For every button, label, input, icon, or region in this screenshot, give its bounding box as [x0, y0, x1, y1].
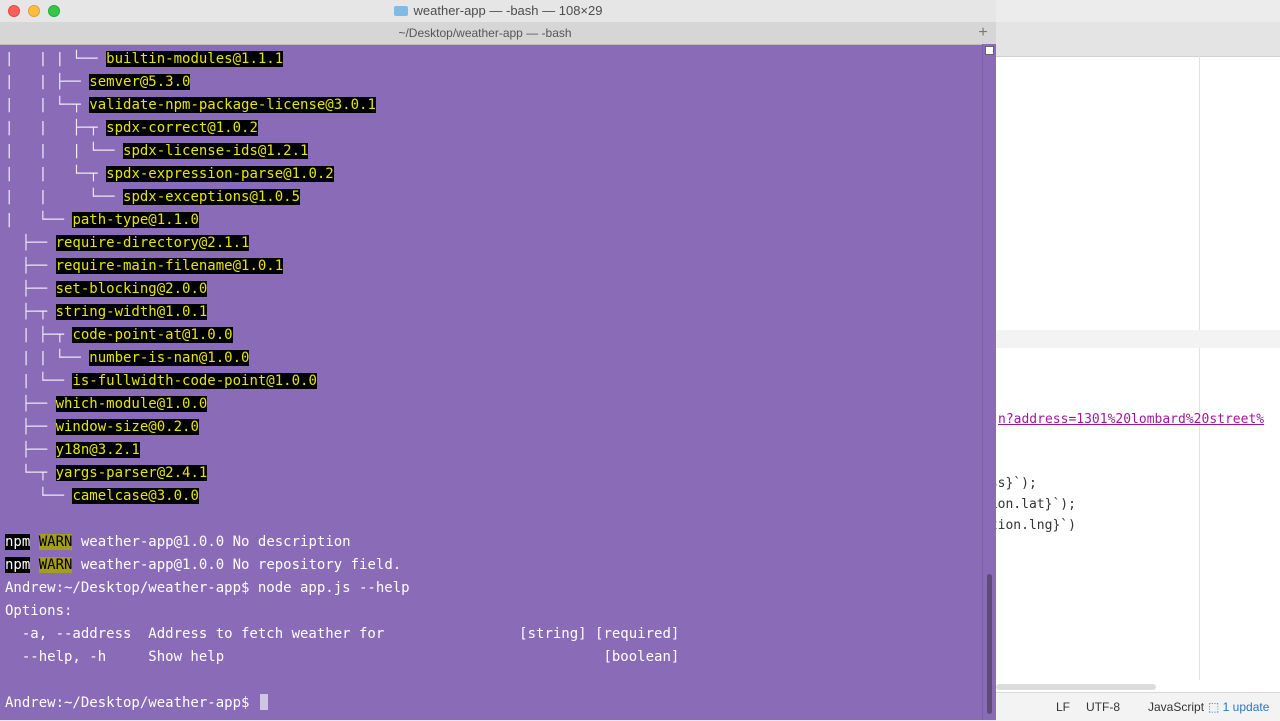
tree-line: ├── require-directory@2.1.1	[5, 235, 250, 251]
tree-line: | | | └── builtin-modules@1.1.1	[5, 51, 284, 67]
new-tab-plus-icon[interactable]: +	[974, 24, 992, 42]
npm-warning-line: npm WARN weather-app@1.0.0 No repository…	[5, 554, 401, 577]
help-output-line: Options:	[5, 603, 73, 619]
editor-code-line: ation.lng}`)	[982, 518, 1076, 533]
editor-horizontal-scrollbar[interactable]	[996, 684, 1156, 690]
tree-line: | | └── spdx-exceptions@1.0.5	[5, 189, 301, 205]
help-output-line: -a, --address Address to fetch weather f…	[5, 626, 680, 642]
scroll-marker-icon[interactable]	[985, 46, 994, 55]
editor-tab-strip	[996, 22, 1280, 57]
editor-url-link[interactable]: n?address=1301%20lombard%20street%	[998, 412, 1264, 427]
tree-line: ├── set-blocking@2.0.0	[5, 281, 208, 297]
command-line: Andrew:~/Desktop/weather-app$ node app.j…	[5, 580, 410, 596]
tree-line: | ├─┬ code-point-at@1.0.0	[5, 327, 233, 343]
window-title-text: weather-app — -bash — 108×29	[413, 3, 603, 18]
window-title: weather-app — -bash — 108×29	[0, 3, 996, 18]
help-output-line: --help, -h Show help [boolean]	[5, 649, 680, 665]
background-editor-window: n?address=1301%20lombard%20street% ess}`…	[982, 0, 1280, 720]
encoding-indicator[interactable]: UTF-8	[1086, 700, 1120, 714]
package-icon: ⬚	[1208, 700, 1223, 714]
tree-line: └─┬ yargs-parser@2.4.1	[5, 465, 208, 481]
tab-title[interactable]: ~/Desktop/weather-app — -bash	[0, 26, 970, 40]
tree-line: ├─┬ string-width@1.0.1	[5, 304, 208, 320]
npm-label: npm	[5, 534, 31, 550]
warn-badge: WARN	[38, 534, 73, 550]
editor-code-line: tion.lat}`);	[982, 497, 1076, 512]
tree-line: ├── y18n@3.2.1	[5, 442, 140, 458]
tree-line: | | └─┬ spdx-expression-parse@1.0.2	[5, 166, 334, 182]
editor-top-strip	[996, 0, 1280, 22]
tree-line: | └── is-fullwidth-code-point@1.0.0	[5, 373, 317, 389]
tab-bar: ~/Desktop/weather-app — -bash +	[0, 22, 996, 45]
npm-label: npm	[5, 557, 31, 573]
editor-status-bar: LF UTF-8 JavaScript ⬚ 1 update	[996, 692, 1280, 721]
update-indicator[interactable]: ⬚ 1 update	[1208, 700, 1269, 714]
folder-icon	[393, 6, 408, 16]
warn-badge: WARN	[38, 557, 73, 573]
prompt-text: Andrew:~/Desktop/weather-app$	[5, 695, 258, 711]
title-bar[interactable]: weather-app — -bash — 108×29	[0, 0, 996, 23]
shell-prompt[interactable]: Andrew:~/Desktop/weather-app$	[5, 692, 268, 715]
warning-text: weather-app@1.0.0 No description	[72, 534, 351, 550]
terminal-content[interactable]: | | | └── builtin-modules@1.1.1 | | ├── …	[0, 44, 980, 720]
tree-line: ├── window-size@0.2.0	[5, 419, 199, 435]
line-ending-indicator[interactable]: LF	[1056, 700, 1070, 714]
language-indicator[interactable]: JavaScript	[1148, 700, 1204, 714]
npm-warning-line: npm WARN weather-app@1.0.0 No descriptio…	[5, 531, 351, 554]
editor-highlight-band	[996, 330, 1280, 348]
editor-code-url-line: n?address=1301%20lombard%20street%	[998, 412, 1264, 427]
tree-line: | └── path-type@1.1.0	[5, 212, 199, 228]
terminal-window: weather-app — -bash — 108×29 ~/Desktop/w…	[0, 0, 996, 720]
warning-text: weather-app@1.0.0 No repository field.	[72, 557, 402, 573]
tree-line: | | ├── semver@5.3.0	[5, 74, 191, 90]
vertical-scrollbar[interactable]	[982, 44, 996, 720]
tree-line: | | | └── spdx-license-ids@1.2.1	[5, 143, 309, 159]
update-label: 1 update	[1222, 700, 1270, 714]
tree-line: ├── require-main-filename@1.0.1	[5, 258, 284, 274]
scrollbar-thumb[interactable]	[987, 574, 992, 714]
text-cursor	[259, 694, 268, 710]
tree-line: | | ├─┬ spdx-correct@1.0.2	[5, 120, 258, 136]
tree-line: ├── which-module@1.0.0	[5, 396, 208, 412]
tree-line: └── camelcase@3.0.0	[5, 488, 199, 504]
tree-line: | | └── number-is-nan@1.0.0	[5, 350, 250, 366]
tree-line: | | └─┬ validate-npm-package-license@3.0…	[5, 97, 376, 113]
editor-divider	[1199, 56, 1200, 680]
